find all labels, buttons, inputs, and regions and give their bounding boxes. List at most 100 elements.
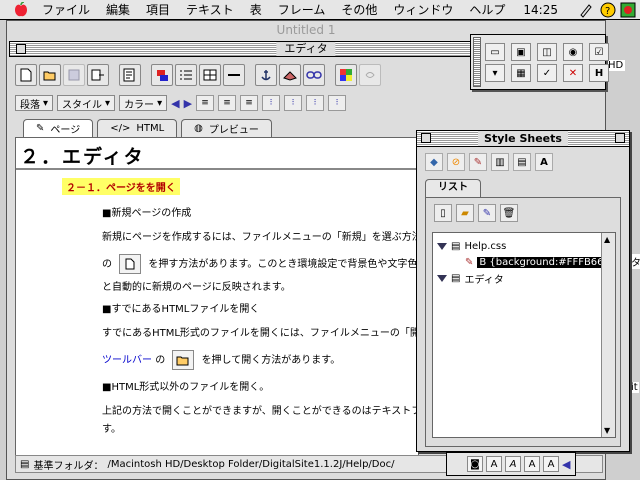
base-folder-path: /Macintosh HD/Desktop Folder/DigitalSite… bbox=[107, 458, 395, 470]
remove-style-icon[interactable]: ⊘ bbox=[447, 153, 465, 171]
open-button[interactable] bbox=[39, 64, 61, 86]
zoom-box[interactable] bbox=[615, 133, 625, 143]
new-stylesheet-icon[interactable]: ▯ bbox=[434, 204, 452, 222]
menu-file[interactable]: ファイル bbox=[34, 1, 98, 18]
align-center-button[interactable]: ≡ bbox=[218, 95, 237, 111]
align-right-button[interactable]: ≡ bbox=[240, 95, 259, 111]
menu-table[interactable]: 表 bbox=[242, 1, 270, 18]
text-italic-a-icon[interactable]: A bbox=[505, 456, 521, 472]
color-palette-button[interactable] bbox=[335, 64, 357, 86]
close-box[interactable] bbox=[421, 133, 431, 143]
menu-text[interactable]: テキスト bbox=[178, 1, 242, 18]
heading-divider bbox=[16, 168, 418, 170]
edit-style-icon[interactable]: ✎ bbox=[478, 204, 496, 222]
document-icon: ▤ bbox=[451, 272, 461, 284]
window-title: エディタ bbox=[276, 42, 336, 56]
tab-preview[interactable]: ◍ プレビュー bbox=[181, 119, 272, 137]
hidden-field-icon[interactable]: H bbox=[589, 64, 609, 82]
class-style-icon[interactable]: ▥ bbox=[491, 153, 509, 171]
style-list-tools: ▯ ▰ ✎ 🗑 bbox=[434, 204, 518, 222]
indent-style-2-button[interactable]: ⁝ bbox=[284, 95, 303, 111]
document-style-icon[interactable]: ▤ bbox=[513, 153, 531, 171]
horizontal-rule-button[interactable] bbox=[223, 64, 245, 86]
palette-drag-bar[interactable] bbox=[473, 37, 481, 87]
style-sheets-title: Style Sheets bbox=[478, 131, 568, 146]
style-tree[interactable]: ▤ Help.css ✎ B {background:#FFFB66} ▤ エデ… bbox=[432, 232, 616, 438]
scroll-up-icon[interactable]: ▲ bbox=[604, 235, 610, 244]
image-button[interactable] bbox=[279, 64, 301, 86]
menu-edit[interactable]: 編集 bbox=[98, 1, 138, 18]
trash-icon[interactable]: 🗑 bbox=[500, 204, 518, 222]
brush-icon[interactable]: ✎ bbox=[469, 153, 487, 171]
arrow-left-icon[interactable]: ◀ bbox=[171, 97, 179, 110]
link-button[interactable] bbox=[303, 64, 325, 86]
tab-html-label: HTML bbox=[136, 123, 165, 134]
scroll-down-icon[interactable]: ▼ bbox=[604, 426, 610, 435]
globe-icon: ◍ bbox=[194, 123, 203, 134]
align-left-button[interactable]: ≡ bbox=[196, 95, 215, 111]
table-button[interactable] bbox=[199, 64, 221, 86]
image-map-icon[interactable]: ▣ bbox=[511, 43, 531, 61]
check-icon[interactable]: ✓ bbox=[537, 64, 557, 82]
paragraph: 上記の方法で開くことができますが、開くことができるのはテキストフ bbox=[102, 406, 419, 417]
tree-item-help-css[interactable]: ▤ Help.css bbox=[437, 239, 506, 253]
paragraph-dropdown[interactable]: 段落 ▾ bbox=[15, 95, 54, 111]
pencil-icon: ✎ bbox=[36, 123, 45, 134]
style-dropdown[interactable]: スタイル ▾ bbox=[57, 95, 116, 111]
list-button[interactable] bbox=[175, 64, 197, 86]
save-button[interactable] bbox=[63, 64, 85, 86]
radio-button-icon[interactable]: ◉ bbox=[563, 43, 583, 61]
help-balloon-icon[interactable]: ? bbox=[600, 2, 616, 18]
menu-other[interactable]: その他 bbox=[333, 1, 385, 18]
tab-list[interactable]: リスト bbox=[425, 179, 481, 197]
indent-style-1-button[interactable]: ⁝ bbox=[262, 95, 281, 111]
tab-page[interactable]: ✎ ページ bbox=[23, 119, 94, 137]
disclosure-triangle-icon[interactable] bbox=[437, 242, 447, 250]
apple-menu-icon[interactable] bbox=[8, 1, 34, 19]
page-properties-button[interactable] bbox=[119, 64, 141, 86]
new-page-button[interactable] bbox=[15, 64, 37, 86]
highlighted-subheading: ２－１．ページをを開く bbox=[62, 178, 180, 195]
open-folder-icon[interactable]: ▰ bbox=[456, 204, 474, 222]
anchor-icon[interactable] bbox=[255, 64, 277, 86]
indent-style-3-button[interactable]: ⁝ bbox=[306, 95, 325, 111]
tree-item-editor[interactable]: ▤ エディタ bbox=[437, 271, 504, 286]
checkbox-icon[interactable]: ☑ bbox=[589, 43, 609, 61]
disclosure-triangle-icon[interactable] bbox=[437, 274, 447, 282]
form-button-icon[interactable]: ▭ bbox=[485, 43, 505, 61]
export-button[interactable] bbox=[87, 64, 109, 86]
text-box-a-icon[interactable]: A bbox=[543, 456, 559, 472]
palette-collapse-icon[interactable]: ◀ bbox=[562, 458, 570, 471]
frame-icon[interactable]: ◫ bbox=[537, 43, 557, 61]
toolbar-link[interactable]: ツールバー bbox=[102, 355, 152, 366]
tab-page-label: ページ bbox=[50, 125, 81, 136]
page-heading: ２．エディタ bbox=[20, 146, 145, 168]
chevron-down-icon: ▾ bbox=[105, 97, 111, 109]
text-style-a-icon[interactable]: A bbox=[486, 456, 502, 472]
text-frame-icon[interactable]: ◙ bbox=[467, 456, 483, 472]
indent-style-4-button[interactable]: ⁝ bbox=[328, 95, 347, 111]
pencil-icon[interactable] bbox=[578, 2, 594, 18]
vertical-scrollbar[interactable]: ▲ ▼ bbox=[601, 233, 615, 437]
text-size-a-icon[interactable]: A bbox=[524, 456, 540, 472]
tab-html[interactable]: </> HTML bbox=[97, 119, 178, 137]
text-style-icon[interactable]: A bbox=[535, 153, 553, 171]
popup-menu-icon[interactable]: ▾ bbox=[485, 64, 505, 82]
menu-window[interactable]: ウィンドウ bbox=[385, 1, 461, 18]
close-box[interactable] bbox=[16, 44, 26, 54]
reset-icon[interactable]: ✕ bbox=[563, 64, 583, 82]
layout-icon[interactable]: ▦ bbox=[511, 64, 531, 82]
menu-frame[interactable]: フレーム bbox=[270, 1, 334, 18]
text-palette: ◙ A A A A ◀ bbox=[446, 452, 576, 476]
application-menu-icon[interactable] bbox=[620, 2, 636, 18]
color-dropdown[interactable]: カラー ▾ bbox=[119, 95, 168, 111]
anchor-flag-button[interactable] bbox=[151, 64, 173, 86]
style-sheets-titlebar[interactable]: Style Sheets bbox=[417, 131, 629, 147]
editor-content[interactable]: ２．エディタ ２－１．ページをを開く ■新規ページの作成 新規にページを作成する… bbox=[15, 137, 419, 457]
undo-button[interactable] bbox=[359, 64, 381, 86]
tree-item-style-rule[interactable]: ✎ B {background:#FFFB66} bbox=[465, 255, 612, 269]
arrow-right-icon[interactable]: ▶ bbox=[184, 97, 192, 110]
menu-help[interactable]: ヘルプ bbox=[461, 1, 513, 18]
apply-style-icon[interactable]: ◆ bbox=[425, 153, 443, 171]
menu-item[interactable]: 項目 bbox=[138, 1, 178, 18]
